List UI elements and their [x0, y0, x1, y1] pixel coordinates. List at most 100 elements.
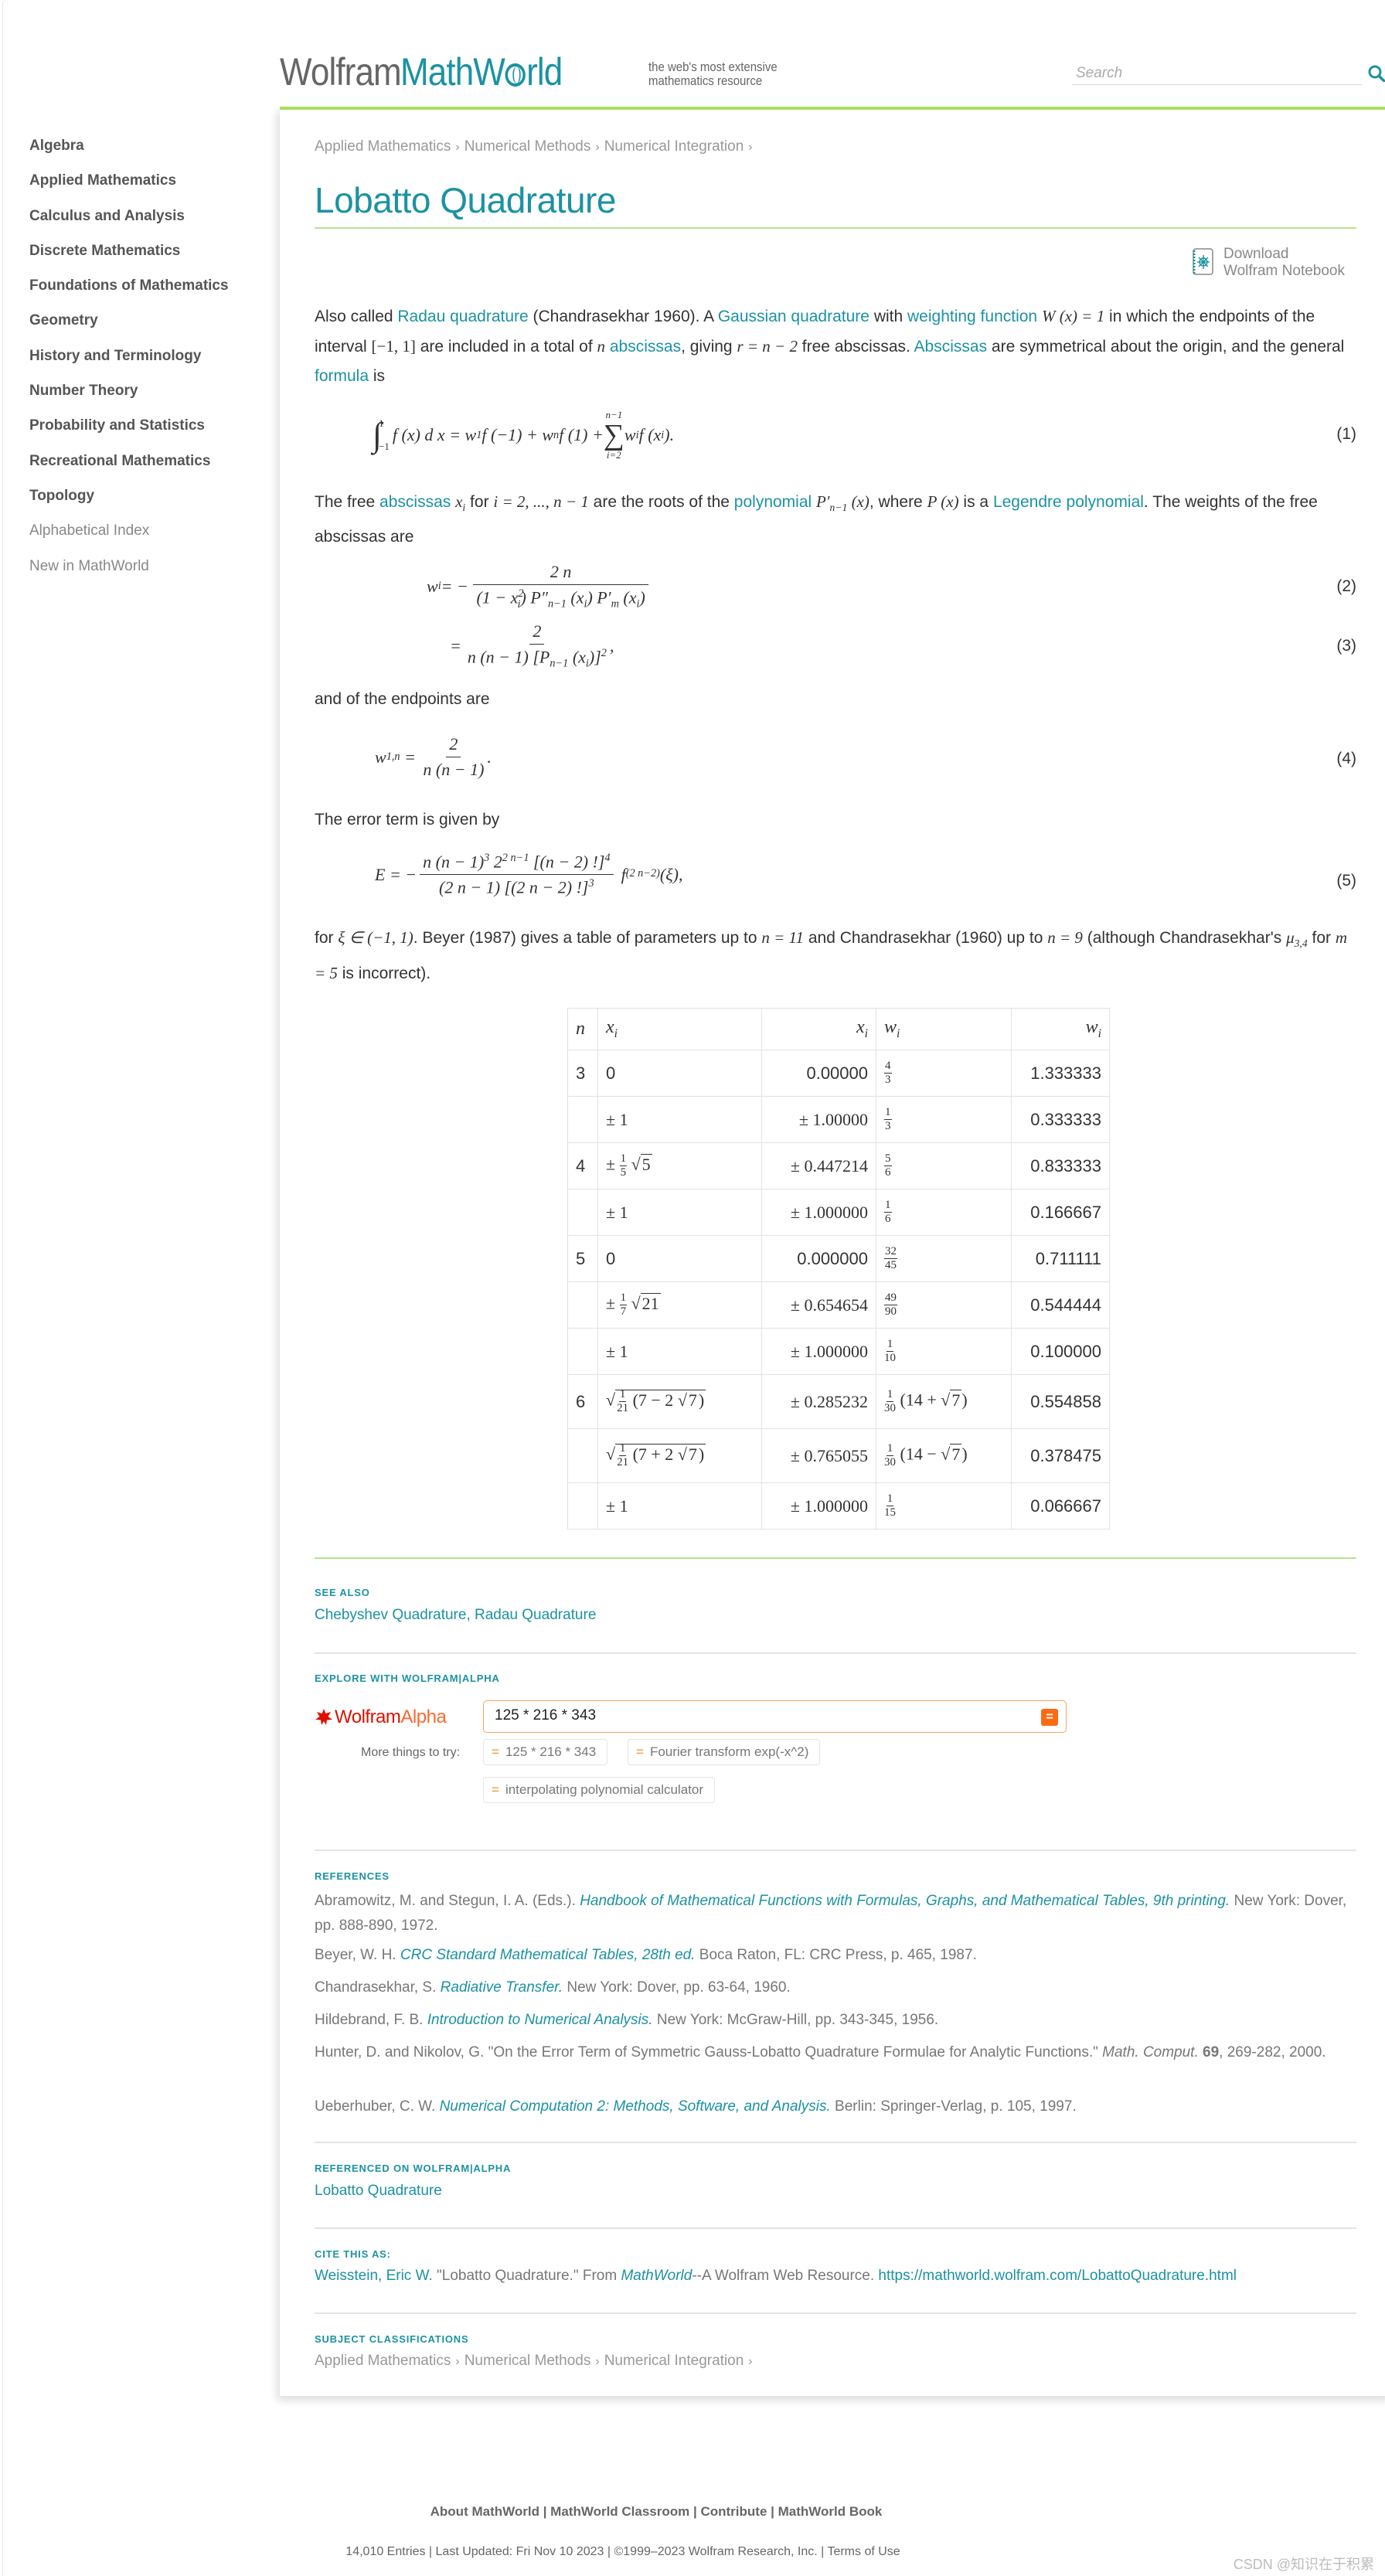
col-header-x-numeric: xi [761, 1008, 876, 1050]
cell-w-numeric: 0.378475 [1011, 1428, 1110, 1483]
cell-x-exact: ± 17 √21 [597, 1281, 762, 1329]
eq3-den-part: )] [588, 647, 601, 667]
link-polynomial[interactable]: polynomial [734, 493, 812, 511]
equals-icon: = [492, 1744, 499, 1759]
ref-text: , 269-282, 2000. [1219, 2044, 1326, 2060]
try-chip[interactable]: = 125 * 216 * 343 [483, 1739, 608, 1765]
wolfram-alpha-submit-button[interactable]: = [1041, 1709, 1058, 1726]
math-inline: (x) [847, 492, 869, 511]
fraction-denominator: 45 [885, 1259, 897, 1271]
col-header-x-exact: xi [597, 1008, 762, 1050]
sidebar-item-alphabetical-index[interactable]: Alphabetical Index [29, 519, 277, 553]
download-notebook-button[interactable]: Download Wolfram Notebook [1191, 246, 1345, 280]
text: for [465, 493, 494, 511]
footer-link-contribute[interactable]: Contribute [700, 2504, 767, 2519]
link-weighting-function[interactable]: weighting function [907, 308, 1037, 325]
footer-link-terms[interactable]: Terms of Use [827, 2545, 900, 2558]
breadcrumb-separator: › [455, 2355, 460, 2368]
link-gaussian-quadrature[interactable]: Gaussian quadrature [718, 308, 869, 325]
classification-item[interactable]: Numerical Methods [465, 2353, 591, 2369]
cite-heading: CITE THIS AS: [315, 2248, 391, 2260]
search-input[interactable] [1072, 63, 1362, 83]
sidebar-item-foundations-of-mathematics[interactable]: Foundations of Mathematics [29, 274, 277, 308]
expr: (7 − 2 [628, 1390, 678, 1410]
mathworld-logo[interactable]: Wolfram MathW rld [280, 49, 584, 94]
sidebar-item-topology[interactable]: Topology [29, 484, 277, 519]
breadcrumb-item[interactable]: Applied Mathematics [315, 138, 451, 155]
link-abscissas[interactable]: abscissas [610, 338, 681, 356]
classification-item[interactable]: Numerical Integration [604, 2353, 744, 2369]
link-citation-url[interactable]: https://mathworld.wolfram.com/LobattoQua… [878, 2268, 1237, 2284]
footer-link-about[interactable]: About MathWorld [430, 2504, 539, 2519]
footer-link-book[interactable]: MathWorld Book [778, 2504, 883, 2519]
sidebar-item-algebra[interactable]: Algebra [29, 134, 277, 168]
sidebar-item-discrete-mathematics[interactable]: Discrete Mathematics [29, 239, 277, 274]
expr: (14 + [896, 1390, 941, 1410]
link-lobatto-quadrature-wa[interactable]: Lobatto Quadrature [315, 2183, 442, 2199]
fraction-numerator: 32 [884, 1245, 897, 1259]
lobatto-parameters-table: n xi xi wi wi 3 0 0.00000 4 3 1.333333 ± 1 ± 1.… [567, 1008, 1110, 1530]
link-author[interactable]: Weisstein, Eric W. [315, 2268, 433, 2284]
table-row: ± 1 ± 1.00000 1 3 0.333333 [567, 1096, 1110, 1143]
fraction-numerator: 1 [619, 1152, 628, 1166]
link-abscissas-3[interactable]: abscissas [379, 493, 451, 511]
try-chip[interactable]: = interpolating polynomial calculator [483, 1777, 716, 1803]
cell-x-numeric: ± 1.000000 [761, 1328, 876, 1375]
eq3-denominator: n (n − 1) [Pn−1 (xi)]2 [467, 647, 607, 670]
ref-link[interactable]: Introduction to Numerical Analysis. [427, 2012, 653, 2028]
sidebar-item-history-and-terminology[interactable]: History and Terminology [29, 344, 277, 379]
header-text: w [1085, 1017, 1098, 1038]
link-chebyshev-quadrature[interactable]: Chebyshev Quadrature [315, 1607, 466, 1623]
eq2-denominator: (1 − x2i) P″n−1 (xi) P′m (xi) [476, 587, 645, 611]
header-sub: i [614, 1026, 618, 1040]
sidebar-item-new-in-mathworld[interactable]: New in MathWorld [29, 554, 277, 589]
sqrt: √7 [941, 1389, 962, 1410]
ref-link[interactable]: Radiative Transfer. [441, 1979, 563, 1996]
sidebar-item-recreational-mathematics[interactable]: Recreational Mathematics [29, 449, 277, 484]
sqrt-icon: √ [941, 1444, 951, 1464]
expr: (14 − [896, 1444, 941, 1464]
ref-link[interactable]: CRC Standard Mathematical Tables, 28th e… [400, 1947, 696, 1963]
table-row: ± 1 ± 1.000000 1 10 0.100000 [567, 1328, 1110, 1375]
sidebar-item-geometry[interactable]: Geometry [29, 308, 277, 343]
link-legendre-polynomial[interactable]: Legendre polynomial [993, 493, 1144, 511]
cell-n [567, 1096, 598, 1143]
classification-item[interactable]: Applied Mathematics [315, 2353, 451, 2369]
link-radau-quadrature-see-also[interactable]: Radau Quadrature [475, 1607, 596, 1623]
link-formula[interactable]: formula [315, 367, 369, 385]
more-things-label: More things to try: [361, 1746, 461, 1759]
cell-w-exact: 16 [876, 1189, 1012, 1236]
fraction-numerator: 5 [884, 1152, 892, 1166]
sidebar-item-applied-mathematics[interactable]: Applied Mathematics [29, 168, 277, 203]
math-inline: n = 11 [761, 928, 804, 947]
try-chip[interactable]: = Fourier transform exp(-x^2) [628, 1739, 821, 1765]
cell-x-numeric: ± 1.000000 [761, 1189, 876, 1236]
wolfram-alpha-logo[interactable]: Wolfram Alpha [315, 1707, 447, 1728]
cell-n: 3 [567, 1050, 598, 1097]
search-icon[interactable] [1368, 65, 1385, 82]
link-abscissas-2[interactable]: Abscissas [914, 338, 988, 356]
sidebar-item-number-theory[interactable]: Number Theory [29, 379, 277, 413]
ref-link[interactable]: Handbook of Mathematical Functions with … [580, 1893, 1230, 1909]
section-divider [315, 2227, 1356, 2229]
header-sub: i [897, 1026, 900, 1040]
breadcrumb-item[interactable]: Numerical Integration [604, 138, 744, 155]
breadcrumb-item[interactable]: Numerical Methods [465, 138, 591, 155]
ref-link[interactable]: Numerical Computation 2: Methods, Softwa… [440, 2098, 831, 2115]
sidebar-item-calculus-and-analysis[interactable]: Calculus and Analysis [29, 204, 277, 239]
link-mathworld[interactable]: MathWorld [621, 2268, 692, 2284]
breadcrumb: Applied Mathematics › Numerical Methods › Nu… [315, 138, 757, 155]
cell-n [567, 1482, 598, 1530]
footer-link-classroom[interactable]: MathWorld Classroom [550, 2504, 689, 2519]
cell-w-exact: 1 10 [876, 1328, 1012, 1375]
cell-x-exact: √ 1 21 (7 − 2 √7) [597, 1374, 762, 1429]
entry-count: 14,010 Entries [345, 2545, 426, 2558]
cell-w-numeric: 0.711111 [1011, 1235, 1110, 1282]
link-radau-quadrature[interactable]: Radau quadrature [397, 308, 528, 325]
classifications-breadcrumb: Applied Mathematics › Numerical Methods › Nu… [315, 2353, 757, 2370]
cell-n [567, 1281, 598, 1329]
expr: (7 + 2 [628, 1444, 678, 1464]
sidebar-item-probability-and-statistics[interactable]: Probability and Statistics [29, 413, 277, 448]
wolfram-alpha-input[interactable] [484, 1701, 1009, 1730]
math-inline: μ [1286, 928, 1295, 947]
